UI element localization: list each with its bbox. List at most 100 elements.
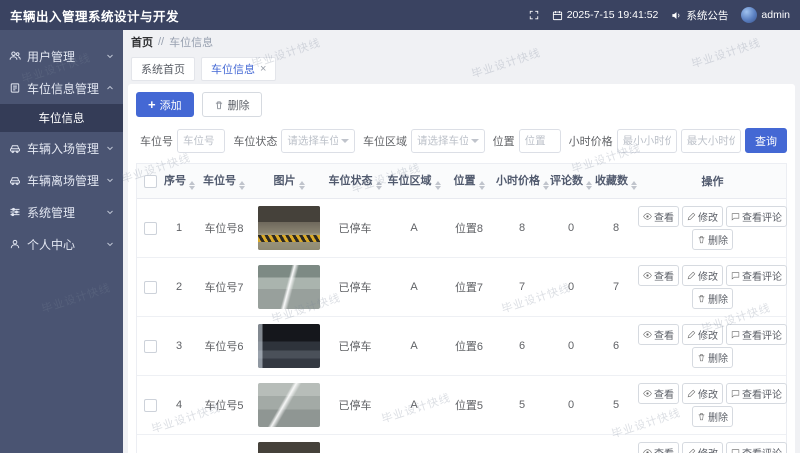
- cell-region: A: [385, 317, 443, 376]
- delete-button[interactable]: 删除: [692, 229, 733, 250]
- chevron-down-icon: [106, 240, 114, 248]
- toolbar: + 添加 删除: [136, 92, 787, 117]
- chevron-down-icon: [471, 139, 479, 143]
- spot-photo[interactable]: [258, 324, 320, 368]
- sort-icon[interactable]: [376, 181, 382, 190]
- row-checkbox[interactable]: [144, 281, 157, 294]
- region-select[interactable]: 请选择车位区域: [411, 129, 485, 153]
- edit-button[interactable]: 修改: [682, 442, 723, 453]
- max-price-input[interactable]: [681, 129, 741, 153]
- close-icon[interactable]: ×: [260, 64, 266, 75]
- sort-icon[interactable]: [435, 181, 441, 190]
- calendar-icon: [552, 10, 563, 21]
- cell-number: 车位号5: [195, 376, 253, 435]
- add-button[interactable]: + 添加: [136, 92, 194, 117]
- cell-price: 8: [495, 199, 549, 258]
- sidebar-item-user-management[interactable]: 用户管理: [0, 40, 123, 72]
- column-header-actions: 操作: [639, 164, 786, 199]
- spot-photo[interactable]: [258, 265, 320, 309]
- spot-photo[interactable]: [258, 383, 320, 427]
- view-comments-button[interactable]: 查看评论: [726, 265, 787, 286]
- status-select[interactable]: 请选择车位状态: [281, 129, 355, 153]
- sidebar-item-vehicle-exit[interactable]: 车辆离场管理: [0, 164, 123, 196]
- cell-comments: 0: [549, 199, 593, 258]
- sidebar: 用户管理 车位信息管理 车位信息 车辆入场管理 车辆离场管理: [0, 30, 123, 453]
- delete-button[interactable]: 删除: [692, 347, 733, 368]
- view-button[interactable]: 查看: [638, 383, 679, 404]
- view-comments-button[interactable]: 查看评论: [726, 442, 787, 453]
- search-button[interactable]: 查询: [745, 128, 787, 153]
- column-header-image[interactable]: 图片: [253, 164, 325, 199]
- cell-number: 车位号6: [195, 317, 253, 376]
- location-input[interactable]: [519, 129, 561, 153]
- column-header-region[interactable]: 车位区域: [385, 164, 443, 199]
- filter-location-label: 位置: [493, 133, 515, 149]
- edit-button[interactable]: 修改: [682, 206, 723, 227]
- view-button[interactable]: 查看: [638, 265, 679, 286]
- car-icon: [9, 174, 21, 186]
- sidebar-item-parking-info-management[interactable]: 车位信息管理: [0, 72, 123, 104]
- view-button[interactable]: 查看: [638, 442, 679, 453]
- row-checkbox[interactable]: [144, 340, 157, 353]
- row-checkbox[interactable]: [144, 222, 157, 235]
- sort-icon[interactable]: [189, 181, 195, 190]
- cell-location: 位置8: [443, 199, 495, 258]
- photo-image: [258, 442, 320, 453]
- photo-image: [258, 383, 320, 427]
- sidebar-item-vehicle-entry[interactable]: 车辆入场管理: [0, 132, 123, 164]
- sidebar-item-personal-center[interactable]: 个人中心: [0, 228, 123, 260]
- delete-button[interactable]: 删除: [692, 406, 733, 427]
- view-button[interactable]: 查看: [638, 206, 679, 227]
- cell-price: 7: [495, 258, 549, 317]
- column-header-number[interactable]: 车位号: [195, 164, 253, 199]
- cell-region: A: [385, 199, 443, 258]
- tab-parking-info[interactable]: 车位信息 ×: [201, 57, 276, 81]
- announcement-link[interactable]: 系统公告: [671, 8, 728, 23]
- view-button[interactable]: 查看: [638, 324, 679, 345]
- column-header-location[interactable]: 位置: [443, 164, 495, 199]
- car-icon: [9, 142, 21, 154]
- column-header-price[interactable]: 小时价格: [495, 164, 549, 199]
- column-header-favorites[interactable]: 收藏数: [593, 164, 639, 199]
- chevron-down-icon: [106, 208, 114, 216]
- select-all-checkbox[interactable]: [144, 175, 157, 188]
- app-header: 车辆出入管理系统设计与开发 2025-7-15 19:41:52 系统公告 ad…: [0, 0, 800, 30]
- sidebar-item-parking-info[interactable]: 车位信息: [0, 104, 123, 132]
- sort-icon[interactable]: [239, 181, 245, 190]
- cell-status: 已停车: [325, 376, 385, 435]
- cell-favorites: 6: [593, 317, 639, 376]
- view-comments-button[interactable]: 查看评论: [726, 324, 787, 345]
- sort-icon[interactable]: [631, 181, 637, 190]
- cell-number: 车位号4: [195, 435, 253, 453]
- view-comments-button[interactable]: 查看评论: [726, 206, 787, 227]
- edit-button[interactable]: 修改: [682, 383, 723, 404]
- sort-icon[interactable]: [299, 181, 305, 190]
- sidebar-item-system-management[interactable]: 系统管理: [0, 196, 123, 228]
- fullscreen-icon[interactable]: [529, 10, 539, 20]
- delete-selected-button[interactable]: 删除: [202, 92, 262, 117]
- row-checkbox[interactable]: [144, 399, 157, 412]
- cell-comments: 0: [549, 258, 593, 317]
- cell-status: 已停车: [325, 317, 385, 376]
- filter-status-label: 车位状态: [233, 133, 277, 149]
- spot-number-input[interactable]: [177, 129, 225, 153]
- breadcrumb-home[interactable]: 首页: [131, 34, 153, 50]
- sort-icon[interactable]: [479, 181, 485, 190]
- column-header-status[interactable]: 车位状态: [325, 164, 385, 199]
- cell-index: 5: [163, 435, 195, 453]
- sort-icon[interactable]: [586, 181, 592, 190]
- breadcrumb: 首页 // 车位信息: [123, 30, 800, 54]
- edit-button[interactable]: 修改: [682, 324, 723, 345]
- column-header-index[interactable]: 序号: [163, 164, 195, 199]
- min-price-input[interactable]: [617, 129, 677, 153]
- column-header-comments[interactable]: 评论数: [549, 164, 593, 199]
- spot-photo[interactable]: [258, 206, 320, 250]
- edit-button[interactable]: 修改: [682, 265, 723, 286]
- view-comments-button[interactable]: 查看评论: [726, 383, 787, 404]
- delete-button[interactable]: 删除: [692, 288, 733, 309]
- sort-icon[interactable]: [543, 181, 549, 190]
- spot-photo[interactable]: [258, 442, 320, 453]
- tab-system-home[interactable]: 系统首页: [131, 57, 195, 81]
- cell-index: 4: [163, 376, 195, 435]
- user-menu[interactable]: admin: [741, 7, 790, 23]
